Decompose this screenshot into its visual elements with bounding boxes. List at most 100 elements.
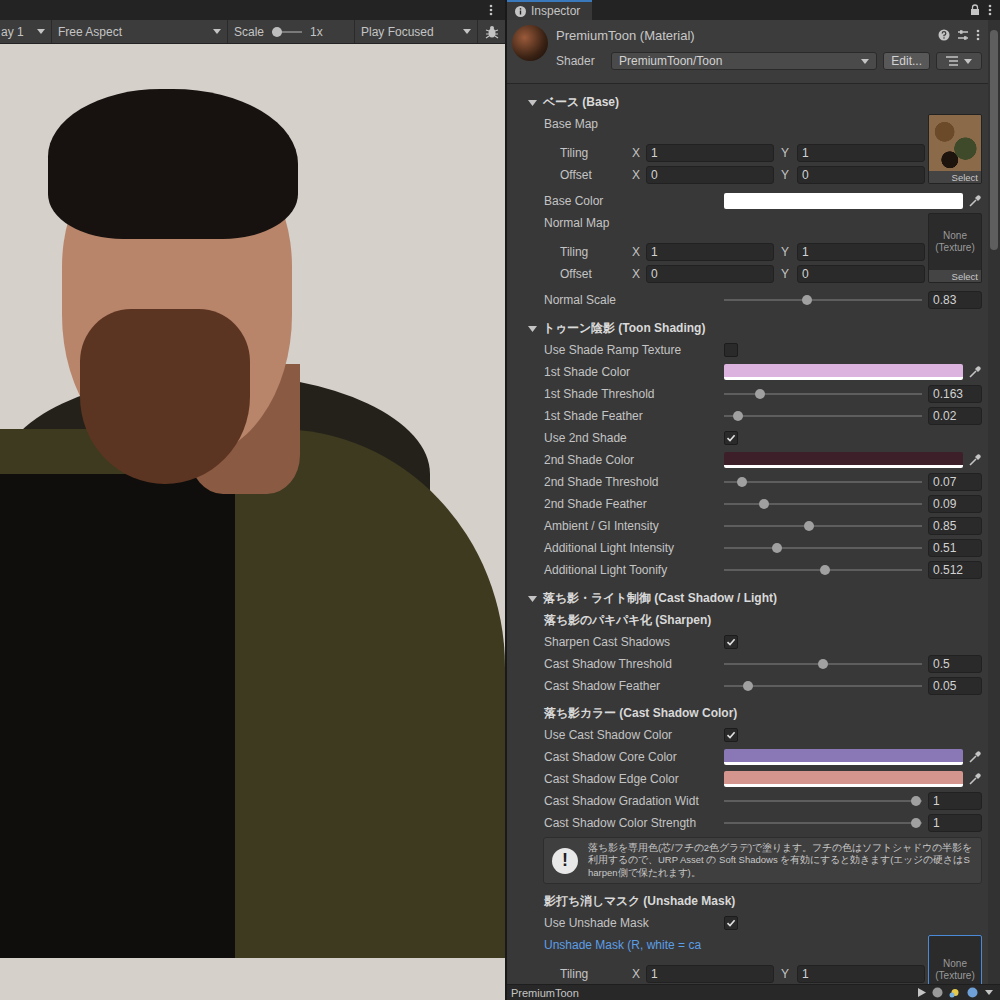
texture-slot[interactable]: None (Texture)Select [928, 213, 982, 283]
slider[interactable] [724, 518, 922, 534]
scrollbar-thumb[interactable] [990, 30, 998, 250]
checkmark-icon [726, 918, 736, 928]
number-field[interactable]: 0 [797, 265, 925, 283]
select-button[interactable]: Select [929, 270, 981, 282]
number-field[interactable]: 0.163 [928, 385, 982, 403]
toolbar-dropdown[interactable]: ay 1 [0, 20, 52, 43]
number-field[interactable]: 0.07 [928, 473, 982, 491]
number-field[interactable]: 0.83 [928, 291, 982, 309]
number-field[interactable]: 0.02 [928, 407, 982, 425]
debug-toggle[interactable] [478, 20, 505, 43]
slider-thumb[interactable] [755, 389, 765, 399]
number-field[interactable]: 1 [928, 792, 982, 810]
slider-thumb[interactable] [911, 818, 921, 828]
slider-thumb[interactable] [911, 796, 921, 806]
shader-options-button[interactable] [936, 52, 982, 70]
number-field[interactable]: 0.51 [928, 539, 982, 557]
more-menu-icon[interactable] [489, 4, 493, 16]
slider[interactable] [724, 408, 922, 424]
slider-thumb[interactable] [737, 477, 747, 487]
color-swatch[interactable] [724, 749, 963, 765]
help-icon[interactable] [938, 29, 950, 41]
slider-thumb[interactable] [733, 411, 743, 421]
number-field[interactable]: 0.5 [928, 655, 982, 673]
number-field[interactable]: 0.85 [928, 517, 982, 535]
number-field[interactable]: 0.512 [928, 561, 982, 579]
light-icon[interactable] [949, 987, 961, 998]
number-field[interactable]: 0.09 [928, 495, 982, 513]
property-label: 2nd Shade Threshold [544, 475, 724, 489]
texture-slot[interactable]: Select [928, 114, 982, 184]
slider-thumb[interactable] [804, 521, 814, 531]
more-menu-icon[interactable] [988, 4, 992, 16]
section-header[interactable]: 落ち影・ライト制御 (Cast Shadow / Light) [507, 587, 988, 609]
slider[interactable] [724, 474, 922, 490]
slider-thumb[interactable] [820, 565, 830, 575]
more-menu-icon[interactable] [984, 987, 994, 998]
texture-label-row: Unshade Mask (R, white = ca [544, 934, 925, 956]
preset-icon[interactable] [957, 29, 969, 41]
checkbox[interactable] [724, 916, 738, 930]
slider[interactable] [724, 386, 922, 402]
section-header[interactable]: トゥーン陰影 (Toon Shading) [507, 317, 988, 339]
property-value: 0.163 [724, 385, 982, 403]
number-field[interactable]: 1 [797, 144, 925, 162]
eyedropper-icon[interactable] [968, 751, 981, 764]
scale-slider[interactable] [272, 26, 302, 38]
scale-thumb[interactable] [272, 27, 282, 37]
eyedropper-icon[interactable] [968, 366, 981, 379]
number-field[interactable]: 1 [797, 965, 925, 983]
select-button[interactable]: Select [929, 171, 981, 183]
color-swatch[interactable] [724, 771, 963, 787]
number-field[interactable]: 1 [646, 144, 774, 162]
color-swatch[interactable] [724, 452, 963, 468]
texture-slot[interactable]: None (Texture) [928, 935, 982, 984]
section-header[interactable]: ベース (Base) [507, 91, 988, 113]
slider-thumb[interactable] [743, 681, 753, 691]
eyedropper-icon[interactable] [968, 195, 981, 208]
play-icon[interactable] [918, 988, 926, 997]
number-field[interactable]: 0.05 [928, 677, 982, 695]
toolbar-dropdown[interactable]: Free Aspect [52, 20, 228, 43]
color-swatch[interactable] [724, 364, 963, 380]
property-label[interactable]: Unshade Mask (R, white = ca [544, 938, 724, 952]
edit-button[interactable]: Edit... [883, 52, 930, 70]
slider-thumb[interactable] [772, 543, 782, 553]
inspector-tab[interactable]: Inspector [507, 0, 592, 20]
slider[interactable] [724, 496, 922, 512]
more-menu-icon[interactable] [976, 29, 980, 41]
number-field[interactable]: 1 [928, 814, 982, 832]
number-field[interactable]: 0 [797, 166, 925, 184]
number-field[interactable]: 1 [646, 243, 774, 261]
number-field[interactable]: 0 [646, 166, 774, 184]
background-icon[interactable] [967, 987, 978, 998]
scale-control[interactable]: Scale1x [228, 20, 355, 43]
checkbox[interactable] [724, 635, 738, 649]
slider[interactable] [724, 292, 922, 308]
slider[interactable] [724, 678, 922, 694]
slider[interactable] [724, 815, 922, 831]
toolbar-dropdown[interactable]: Play Focused [355, 20, 478, 43]
lock-icon[interactable] [970, 4, 980, 16]
number-field[interactable]: 1 [646, 965, 774, 983]
number-field[interactable]: 1 [797, 243, 925, 261]
sphere-icon[interactable] [932, 987, 943, 998]
checkbox[interactable] [724, 431, 738, 445]
eyedropper-icon[interactable] [968, 454, 981, 467]
number-field[interactable]: 0 [646, 265, 774, 283]
checkbox[interactable] [724, 343, 738, 357]
slider-thumb[interactable] [759, 499, 769, 509]
eyedropper-icon[interactable] [968, 773, 981, 786]
color-swatch[interactable] [724, 193, 963, 209]
panel-splitter[interactable] [505, 0, 507, 1000]
section-rows: 落ち影のパキパキ化 (Sharpen)Sharpen Cast ShadowsC… [507, 609, 988, 984]
slider-thumb[interactable] [818, 659, 828, 669]
slider-thumb[interactable] [802, 295, 812, 305]
scrollbar[interactable] [988, 20, 1000, 984]
shader-dropdown[interactable]: PremiumToon/Toon [611, 52, 877, 70]
slider[interactable] [724, 540, 922, 556]
slider[interactable] [724, 656, 922, 672]
checkbox[interactable] [724, 728, 738, 742]
slider[interactable] [724, 562, 922, 578]
slider[interactable] [724, 793, 922, 809]
